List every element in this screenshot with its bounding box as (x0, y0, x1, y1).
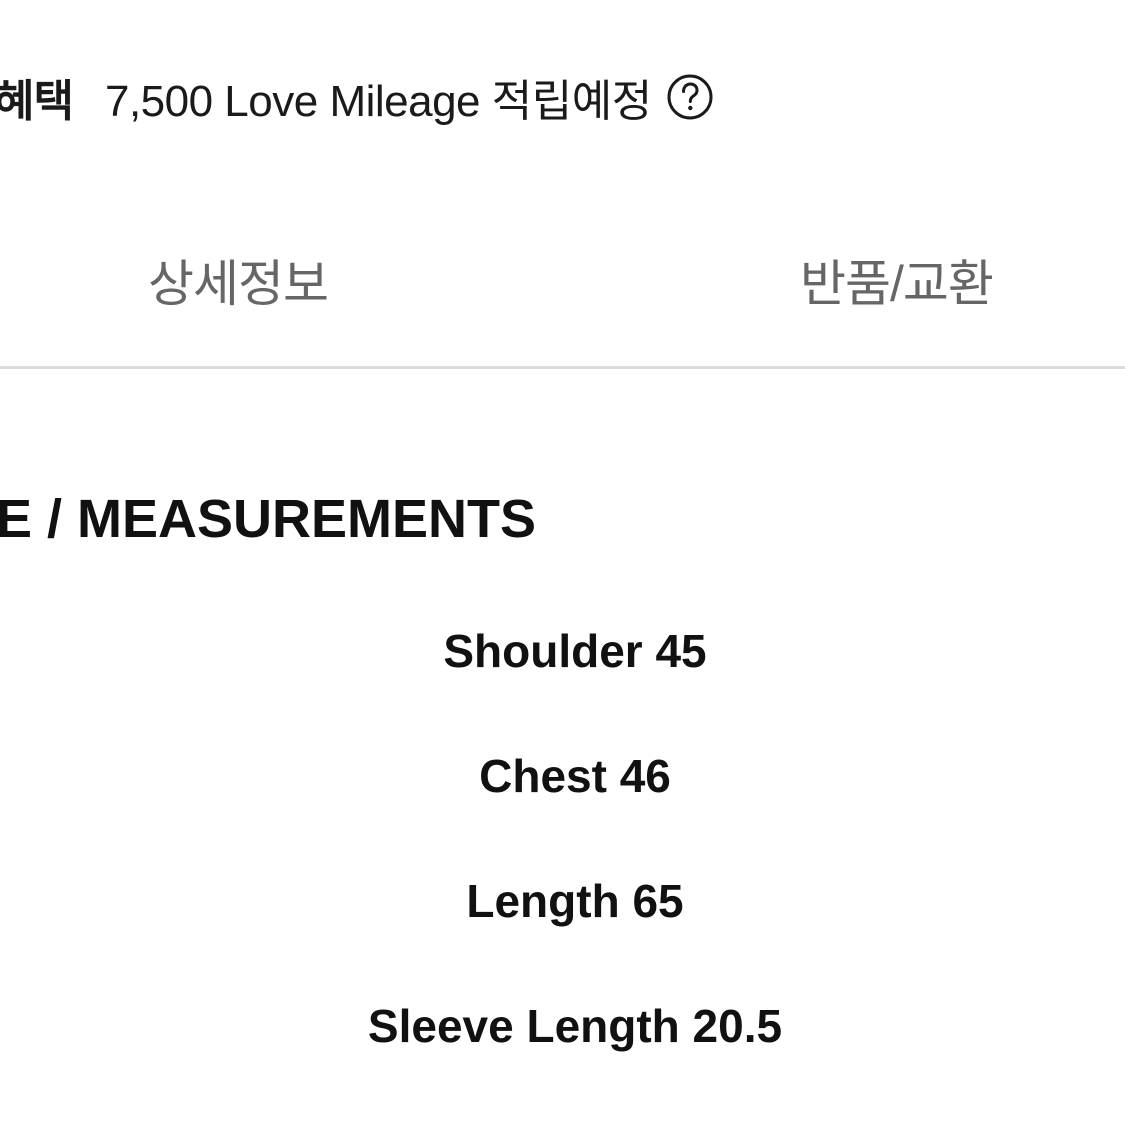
measurements-heading: E / MEASUREMENTS (0, 489, 537, 549)
measurements-list: Shoulder 45 Chest 46 Length 65 Sleeve Le… (0, 620, 1125, 1120)
measurement-sleeve-length: Sleeve Length 20.5 (367, 1000, 783, 1052)
tab-detail-info[interactable]: 상세정보 (148, 244, 329, 316)
tab-return-exchange[interactable]: 반품/교환 (800, 244, 994, 316)
product-tabs: 상세정보 반품/교환 (0, 228, 1125, 369)
measurement-chest: Chest 46 (479, 750, 671, 802)
benefit-label: 혜택 (0, 77, 74, 126)
question-circle-icon[interactable] (666, 73, 714, 121)
measurement-length: Length 65 (466, 875, 684, 927)
benefit-row: 혜택 7,500 Love Mileage 적립예정 (0, 66, 714, 128)
measurement-shoulder: Shoulder 45 (443, 625, 707, 677)
mileage-value: 7,500 Love Mileage 적립예정 (104, 77, 652, 126)
